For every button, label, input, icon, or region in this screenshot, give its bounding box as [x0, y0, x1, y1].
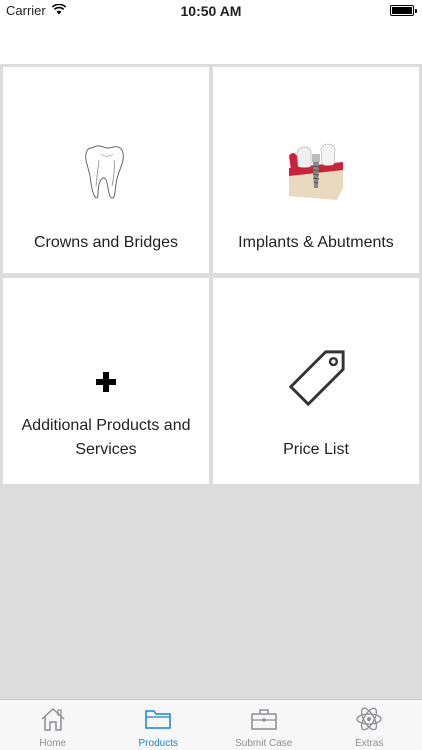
folder-icon [143, 705, 173, 733]
tile-label: Additional Products and Services [21, 417, 191, 458]
status-bar: Carrier 10:50 AM [0, 0, 422, 22]
tab-extras[interactable]: Extras [317, 700, 422, 750]
tile-label: Implants & Abutments [238, 234, 394, 251]
tile-crowns-and-bridges[interactable]: Crowns and Bridges [3, 67, 209, 273]
tab-label: Products [138, 738, 178, 749]
dental-implant-icon [285, 140, 347, 202]
plus-icon [75, 351, 137, 413]
tooth-icon [75, 140, 137, 202]
tile-label: Price List [283, 441, 349, 458]
tab-label: Extras [355, 738, 384, 749]
tab-products[interactable]: Products [106, 700, 212, 750]
tile-implants-and-abutments[interactable]: Implants & Abutments [213, 67, 419, 273]
tile-label: Crowns and Bridges [33, 234, 179, 251]
products-grid: Crowns and Bridges Implants & Abutments [0, 64, 422, 486]
tab-label: Submit Case [235, 738, 293, 749]
atom-icon [354, 705, 384, 733]
tab-home[interactable]: Home [0, 700, 106, 750]
tile-price-list[interactable]: Price List [213, 278, 419, 484]
price-tag-icon [285, 348, 347, 410]
home-icon [38, 705, 68, 733]
battery-icon [390, 5, 417, 16]
navigation-bar [0, 22, 422, 64]
briefcase-icon [249, 705, 279, 733]
status-time: 10:50 AM [180, 3, 242, 19]
tab-label: Home [39, 738, 67, 749]
tile-additional-products-and-services[interactable]: Additional Products and Services [3, 278, 209, 484]
tab-bar: Home Products Submit Case Extras [0, 699, 422, 750]
tab-submit-case[interactable]: Submit Case [211, 700, 317, 750]
